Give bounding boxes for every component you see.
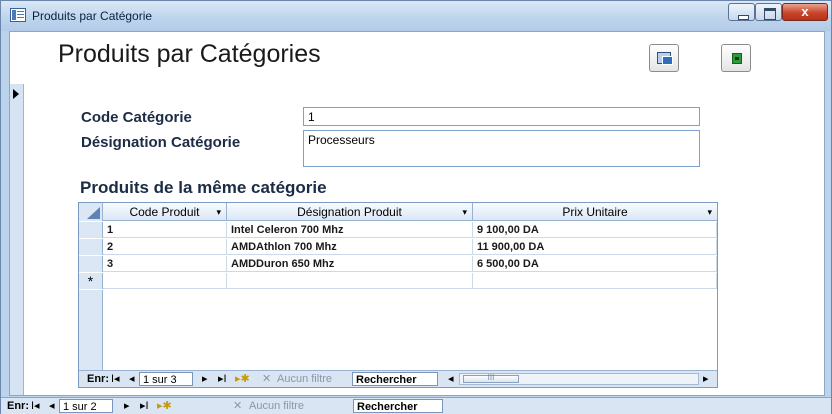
first-record-icon[interactable]: I◂	[31, 399, 40, 413]
column-header-code[interactable]: Code Produit ▾	[103, 203, 227, 221]
exit-button[interactable]	[721, 44, 751, 72]
column-header-label: Désignation Produit	[297, 205, 402, 219]
filter-icon[interactable]: ✕	[262, 372, 271, 386]
designation-categorie-field[interactable]: Processeurs	[303, 130, 700, 167]
row-selector[interactable]	[79, 256, 103, 272]
table-row[interactable]: 2 AMDAthlon 700 Mhz 11 900,00 DA	[79, 239, 717, 255]
window-title: Produits par Catégorie	[32, 9, 153, 23]
last-record-icon[interactable]: ▸I	[140, 399, 149, 413]
search-input[interactable]: Rechercher	[353, 399, 443, 413]
close-button[interactable]: x	[782, 3, 828, 21]
products-datasheet: Code Produit ▾ Désignation Produit ▾ Pri…	[78, 202, 718, 388]
column-header-label: Prix Unitaire	[562, 205, 628, 219]
table-row[interactable]: 3 AMDDuron 650 Mhz 6 500,00 DA	[79, 256, 717, 272]
first-record-icon[interactable]: I◂	[111, 372, 120, 386]
cell-code-produit[interactable]	[103, 273, 227, 289]
open-form-button[interactable]	[649, 44, 679, 72]
main-record-navigator: Enr: I◂ ◂ 1 sur 2 ▸ ▸I ▸✱ ✕ Aucun filtre…	[1, 397, 831, 414]
form-title: Produits par Catégories	[58, 40, 321, 68]
no-filter-label[interactable]: Aucun filtre	[249, 399, 304, 413]
cell-prix-unitaire[interactable]: 11 900,00 DA	[473, 239, 717, 255]
subform-record-navigator: Enr: I◂ ◂ 1 sur 3 ▸ ▸I ▸✱ ✕ Aucun filtre…	[79, 370, 717, 387]
no-filter-label[interactable]: Aucun filtre	[277, 372, 332, 386]
record-label: Enr:	[7, 400, 29, 412]
previous-record-icon[interactable]: ◂	[129, 372, 135, 386]
column-header-designation[interactable]: Désignation Produit ▾	[227, 203, 473, 221]
datasheet-header: Code Produit ▾ Désignation Produit ▾ Pri…	[79, 203, 717, 221]
scroll-thumb[interactable]: III	[463, 373, 519, 383]
access-form-window: Produits par Catégorie x Produits par Ca…	[0, 0, 832, 414]
column-header-prix[interactable]: Prix Unitaire ▾	[473, 203, 717, 221]
row-selector[interactable]	[79, 239, 103, 255]
chevron-down-icon[interactable]: ▾	[462, 203, 467, 221]
cell-prix-unitaire[interactable]: 6 500,00 DA	[473, 256, 717, 272]
current-record-arrow-icon	[13, 89, 19, 99]
code-categorie-field[interactable]: 1	[303, 107, 700, 126]
scroll-right-icon[interactable]: ▸	[703, 372, 709, 386]
form-header: Produits par Catégories	[10, 32, 824, 84]
column-header-label: Code Produit	[129, 205, 200, 219]
subform-title: Produits de la même catégorie	[80, 178, 327, 197]
cell-code-produit[interactable]: 1	[103, 222, 227, 238]
new-record-icon[interactable]: ▸✱	[157, 399, 172, 413]
previous-record-icon[interactable]: ◂	[49, 399, 55, 413]
cell-designation-produit[interactable]: AMDDuron 650 Mhz	[227, 256, 473, 272]
main-navigator-bar: Enr: I◂ ◂ 1 sur 2 ▸ ▸I ▸✱ ✕ Aucun filtre…	[1, 398, 831, 414]
cell-prix-unitaire[interactable]	[473, 273, 717, 289]
next-record-icon[interactable]: ▸	[202, 372, 208, 386]
search-input[interactable]: Rechercher	[352, 372, 438, 386]
cell-prix-unitaire[interactable]: 9 100,00 DA	[473, 222, 717, 238]
next-record-icon[interactable]: ▸	[124, 399, 130, 413]
cell-designation-produit[interactable]	[227, 273, 473, 289]
new-record-row[interactable]: *	[79, 273, 717, 289]
new-record-icon[interactable]: ▸✱	[235, 372, 250, 386]
select-all-button[interactable]	[79, 203, 103, 221]
record-selector[interactable]	[10, 84, 24, 395]
new-record-marker: *	[79, 273, 103, 289]
empty-selector-column	[79, 290, 103, 370]
minimize-button[interactable]	[728, 3, 755, 21]
exit-icon	[732, 53, 742, 64]
cell-code-produit[interactable]: 2	[103, 239, 227, 255]
cell-designation-produit[interactable]: Intel Celeron 700 Mhz	[227, 222, 473, 238]
maximize-button[interactable]	[755, 3, 782, 21]
filter-icon[interactable]: ✕	[233, 399, 242, 413]
chevron-down-icon[interactable]: ▾	[707, 203, 712, 221]
table-row[interactable]: 1 Intel Celeron 700 Mhz 9 100,00 DA	[79, 222, 717, 238]
cell-designation-produit[interactable]: AMDAthlon 700 Mhz	[227, 239, 473, 255]
horizontal-scrollbar[interactable]: III	[459, 373, 699, 385]
close-icon: x	[801, 4, 809, 19]
title-bar: Produits par Catégorie x	[1, 1, 831, 31]
record-position-input[interactable]: 1 sur 2	[59, 399, 113, 413]
code-categorie-label: Code Catégorie	[81, 109, 192, 126]
record-position-input[interactable]: 1 sur 3	[139, 372, 193, 386]
row-selector[interactable]	[79, 222, 103, 238]
scroll-left-icon[interactable]: ◂	[448, 372, 454, 386]
thumb-grip: III	[487, 373, 495, 382]
form-client-area: Produits par Catégories Code Catégorie 1…	[9, 31, 825, 396]
designation-categorie-label: Désignation Catégorie	[81, 134, 241, 151]
last-record-icon[interactable]: ▸I	[218, 372, 227, 386]
record-label: Enr:	[87, 373, 109, 385]
chevron-down-icon[interactable]: ▾	[216, 203, 221, 221]
cell-code-produit[interactable]: 3	[103, 256, 227, 272]
form-window-icon	[10, 8, 26, 22]
form-icon	[657, 52, 673, 65]
